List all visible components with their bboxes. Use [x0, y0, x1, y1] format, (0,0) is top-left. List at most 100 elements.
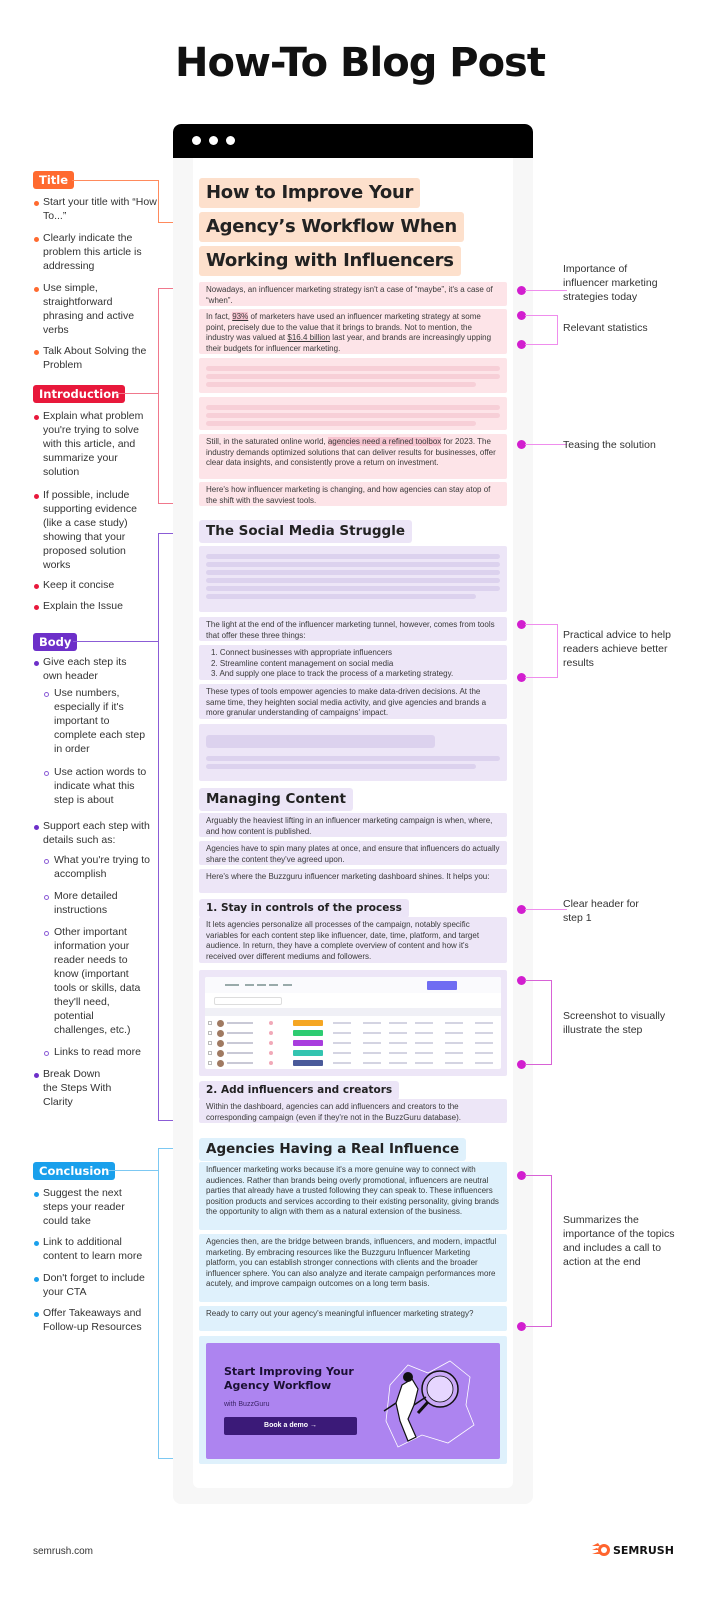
footer-site-link[interactable]: semrush.com [33, 1546, 93, 1557]
table-cell [363, 1022, 381, 1024]
placeholder-paragraph [199, 358, 507, 393]
tag-body: Body [33, 633, 78, 651]
placeholder-line [206, 554, 500, 559]
conclusion-paragraph: Ready to carry out your agency's meaning… [199, 1306, 507, 1331]
table-cell [363, 1032, 381, 1034]
connector-line [525, 1175, 551, 1176]
section-heading: Agencies Having a Real Influence [199, 1138, 467, 1161]
dashboard-search-input [214, 997, 282, 1005]
bullet-icon [34, 605, 39, 610]
cta-banner: Start Improving Your Agency Workflow wit… [199, 1336, 507, 1464]
dashboard-action-button [427, 981, 457, 990]
placeholder-line [206, 764, 477, 769]
platform-icon [269, 1021, 273, 1025]
table-cell [475, 1022, 493, 1024]
table-cell [333, 1042, 351, 1044]
table-cell [333, 1052, 351, 1054]
book-demo-button[interactable]: Book a demo → [224, 1417, 357, 1435]
body-tip: Support each step with details such as: [43, 820, 150, 846]
step-paragraph: It lets agencies personalize all process… [199, 917, 507, 963]
bullet-icon [34, 287, 39, 292]
browser-window: How to Improve Your Agency’s Workflow Wh… [173, 124, 533, 1504]
list-item: 1. Connect businesses with appropriate i… [211, 648, 392, 657]
connector-line [109, 1170, 158, 1171]
dashboard-table [205, 977, 501, 1069]
dashboard-tab [225, 984, 239, 986]
checkbox [208, 1021, 212, 1025]
influencer-avatar [217, 1020, 224, 1027]
placeholder-line [206, 756, 500, 761]
table-cell [445, 1022, 463, 1024]
placeholder-line [206, 421, 477, 426]
annotation-summary: Summarizes the importance of the topics … [563, 1214, 675, 1268]
dashboard-tab [283, 984, 292, 986]
connector-line [525, 315, 557, 316]
bullet-icon [34, 584, 39, 589]
article-page: How to Improve Your Agency’s Workflow Wh… [193, 158, 513, 1488]
body-tip: Break Down the Steps With Clarity [43, 1068, 112, 1108]
bullet-icon [34, 415, 39, 420]
placeholder-paragraph [199, 546, 507, 612]
connector-line [551, 980, 552, 1065]
table-cell [363, 1062, 381, 1064]
platform-icon [269, 1031, 273, 1035]
section-paragraph: The light at the end of the influencer m… [199, 617, 507, 641]
dashboard-screenshot [199, 970, 507, 1076]
connector-line [557, 315, 558, 345]
influencer-name [227, 1032, 253, 1034]
table-cell [389, 1052, 407, 1054]
heading-text: Agencies Having a Real Influence [199, 1138, 467, 1161]
bullet-icon [34, 661, 39, 666]
connector-line [158, 288, 159, 503]
sub-bullet-icon [44, 931, 49, 936]
cta-title: Start Improving Your Agency Workflow [224, 1365, 354, 1392]
conclusion-tip: Link to additional content to learn more [43, 1236, 143, 1262]
stat-link[interactable]: 93% [232, 312, 249, 321]
intro-tip: If possible, include supporting evidence… [43, 489, 137, 571]
table-cell [415, 1052, 433, 1054]
placeholder-line [206, 405, 500, 410]
table-cell [475, 1032, 493, 1034]
list-item: 2. Streamline content management on soci… [211, 658, 394, 668]
sub-bullet-icon [44, 859, 49, 864]
section-paragraph: These types of tools empower agencies to… [199, 684, 507, 719]
stat-link[interactable]: $16.4 billion [287, 333, 330, 342]
tag-introduction: Introduction [33, 385, 126, 403]
intro-paragraph: Nowadays, an influencer marketing strate… [199, 282, 507, 306]
numbered-list: 1. Connect businesses with appropriate i… [199, 645, 507, 680]
sub-bullet-icon [44, 1051, 49, 1056]
influencer-name [227, 1062, 253, 1064]
status-pill [293, 1050, 323, 1056]
table-cell [389, 1022, 407, 1024]
platform-icon [269, 1051, 273, 1055]
intro-tip: Explain the Issue [43, 600, 123, 612]
heading-text: 1. Stay in controls of the process [199, 899, 409, 918]
browser-title-bar [173, 124, 533, 158]
conclusion-paragraph: Influencer marketing works because it's … [199, 1162, 507, 1230]
body-subtip: Links to read more [54, 1046, 141, 1058]
placeholder-line [206, 382, 477, 387]
heading-text: Managing Content [199, 788, 353, 811]
body-subtip: Other important information your reader … [54, 926, 141, 1036]
conclusion-tip: Offer Takeaways and Follow-up Resources [43, 1307, 142, 1333]
connector-line [551, 1175, 552, 1327]
text: In fact, [206, 312, 233, 321]
table-cell [475, 1062, 493, 1064]
placeholder-line [206, 562, 500, 567]
connector-line [72, 180, 158, 181]
placeholder-image [206, 735, 436, 748]
status-pill [293, 1060, 323, 1066]
connector-line [525, 444, 567, 445]
dashboard-header-row [205, 1008, 501, 1016]
bullet-icon [34, 350, 39, 355]
table-cell [333, 1022, 351, 1024]
bullet-icon [34, 1312, 39, 1317]
cta-card: Start Improving Your Agency Workflow wit… [206, 1343, 500, 1459]
connector-line [115, 393, 158, 394]
placeholder-line [206, 594, 477, 599]
window-dot-icon [209, 136, 218, 145]
conclusion-paragraph: Agencies then, are the bridge between br… [199, 1234, 507, 1302]
annotation-statistics: Relevant statistics [563, 322, 648, 334]
bullet-icon [34, 201, 39, 206]
article-title-line: How to Improve Your [199, 178, 421, 208]
